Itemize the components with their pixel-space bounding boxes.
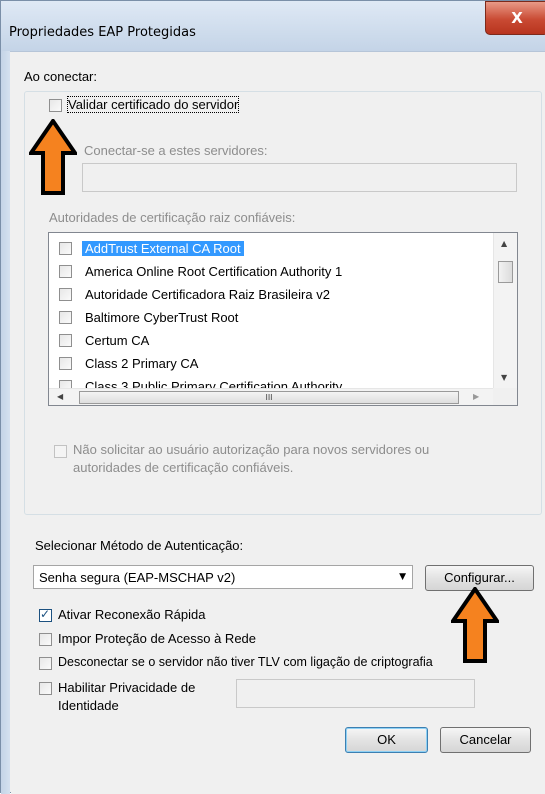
identity-privacy-label-line1[interactable]: Habilitar Privacidade de bbox=[58, 680, 195, 695]
cert-label: Autoridade Certificadora Raiz Brasileira… bbox=[85, 287, 330, 302]
cert-checkbox[interactable] bbox=[59, 242, 72, 255]
fast-reconnect-checkbox[interactable] bbox=[39, 607, 52, 622]
cancel-button[interactable]: Cancelar bbox=[440, 727, 531, 753]
cert-checkbox[interactable] bbox=[59, 357, 72, 370]
cert-checkbox[interactable] bbox=[59, 265, 72, 278]
dropdown-arrow-icon[interactable]: ▼ bbox=[399, 572, 406, 582]
cert-label: Baltimore CyberTrust Root bbox=[85, 310, 239, 325]
cert-checkbox[interactable] bbox=[59, 288, 72, 301]
list-item[interactable]: Class 2 Primary CA bbox=[49, 353, 489, 375]
list-item[interactable]: Autoridade Certificadora Raiz Brasileira… bbox=[49, 284, 489, 306]
validate-cert-checkbox[interactable] bbox=[49, 99, 62, 112]
scroll-thumb[interactable] bbox=[498, 261, 513, 283]
cert-checkbox[interactable] bbox=[59, 334, 72, 347]
hscroll-thumb[interactable]: III bbox=[79, 391, 459, 404]
scroll-left-icon[interactable]: ◀ bbox=[57, 392, 63, 401]
dialog-window: Propriedades EAP Protegidas X Ao conecta… bbox=[0, 0, 545, 794]
window-border bbox=[1, 51, 10, 794]
connect-servers-label: Conectar-se a estes servidores: bbox=[84, 143, 268, 158]
list-item[interactable]: AddTrust External CA Root bbox=[49, 238, 489, 260]
scroll-down-icon[interactable]: ▼ bbox=[501, 373, 507, 382]
identity-input[interactable] bbox=[236, 679, 475, 708]
servers-input[interactable] bbox=[82, 163, 517, 192]
no-prompt-label-line1: Não solicitar ao usuário autorização par… bbox=[73, 442, 430, 457]
nap-checkbox[interactable] bbox=[39, 633, 52, 646]
no-prompt-checkbox[interactable] bbox=[54, 445, 67, 458]
scroll-right-icon[interactable]: ▶ bbox=[473, 392, 479, 401]
validate-cert-label[interactable]: Validar certificado do servidor bbox=[66, 96, 240, 113]
annotation-arrow-up-icon bbox=[29, 119, 77, 195]
identity-privacy-label-line2[interactable]: Identidade bbox=[58, 698, 119, 713]
tlv-label[interactable]: Desconectar se o servidor não tiver TLV … bbox=[58, 655, 433, 669]
cert-label: Certum CA bbox=[85, 333, 150, 348]
cert-label: AddTrust External CA Root bbox=[82, 241, 244, 256]
tlv-checkbox[interactable] bbox=[39, 657, 52, 670]
list-item[interactable]: Baltimore CyberTrust Root bbox=[49, 307, 489, 329]
no-prompt-label-line2: autoridades de certificação confiáveis. bbox=[73, 460, 294, 475]
window-title: Propriedades EAP Protegidas bbox=[9, 25, 196, 40]
ok-button[interactable]: OK bbox=[345, 727, 428, 753]
auth-method-label: Selecionar Método de Autenticação: bbox=[35, 538, 244, 553]
scroll-corner bbox=[493, 388, 517, 405]
cert-label: Class 2 Primary CA bbox=[85, 356, 199, 371]
trusted-roots-label: Autoridades de certificação raiz confiáv… bbox=[49, 210, 296, 225]
scroll-up-icon[interactable]: ▲ bbox=[501, 239, 507, 248]
identity-privacy-checkbox[interactable] bbox=[39, 682, 52, 695]
cert-checkbox[interactable] bbox=[59, 311, 72, 324]
auth-method-value: Senha segura (EAP-MSCHAP v2) bbox=[39, 570, 236, 585]
annotation-arrow-up-icon bbox=[451, 587, 499, 663]
close-icon: X bbox=[511, 9, 523, 27]
vertical-scrollbar[interactable]: ▲ ▼ bbox=[493, 233, 517, 388]
nap-label[interactable]: Impor Proteção de Acesso à Rede bbox=[58, 631, 256, 646]
list-item[interactable]: Certum CA bbox=[49, 330, 489, 352]
auth-method-select[interactable]: Senha segura (EAP-MSCHAP v2) ▼ bbox=[33, 565, 413, 589]
horizontal-scrollbar[interactable]: ◀ III ▶ bbox=[49, 388, 493, 405]
fast-reconnect-label[interactable]: Ativar Reconexão Rápida bbox=[58, 607, 205, 622]
on-connect-label: Ao conectar: bbox=[24, 69, 97, 84]
list-item[interactable]: America Online Root Certification Author… bbox=[49, 261, 489, 283]
cert-label: America Online Root Certification Author… bbox=[85, 264, 343, 279]
cert-list[interactable]: AddTrust External CA Root America Online… bbox=[48, 232, 518, 406]
close-button[interactable]: X bbox=[485, 1, 545, 35]
